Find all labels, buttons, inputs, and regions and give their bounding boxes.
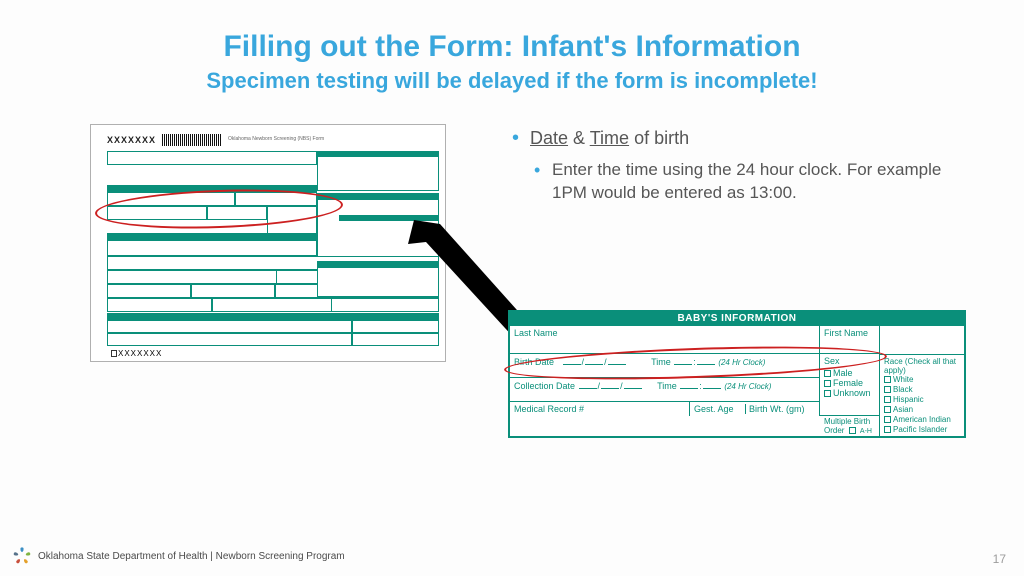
page-number: 17 bbox=[993, 552, 1006, 566]
field-gest-age: Gest. Age bbox=[694, 404, 746, 414]
form-detail-baby-info: BABY'S INFORMATION Last Name First Name … bbox=[508, 310, 966, 438]
slide-subtitle: Specimen testing will be delayed if the … bbox=[0, 68, 1024, 94]
form-thumbnail: XXXXXXX Oklahoma Newborn Screening (NBS)… bbox=[90, 124, 446, 362]
field-birth-wt: Birth Wt. (gm) bbox=[746, 404, 815, 414]
barcode-icon bbox=[162, 134, 222, 146]
slide-footer: Oklahoma State Department of Health | Ne… bbox=[12, 546, 345, 566]
field-race: Race (Check all that apply) White Black … bbox=[880, 354, 964, 416]
slide-title: Filling out the Form: Infant's Informati… bbox=[0, 0, 1024, 64]
bullet-list: Date & Time of birth Enter the time usin… bbox=[510, 128, 964, 205]
field-multiple-birth: Multiple Birth Order A-H bbox=[820, 416, 880, 438]
footer-text: Oklahoma State Department of Health | Ne… bbox=[38, 551, 345, 562]
field-medical-record: Medical Record # bbox=[510, 402, 690, 416]
osdh-logo-icon bbox=[12, 546, 32, 566]
thumb-bottom-code: XXXXXXX bbox=[111, 349, 162, 358]
bullet-24hr-note: Enter the time using the 24 hour clock. … bbox=[510, 159, 964, 205]
field-collection-date: Collection Date // Time : (24 Hr Clock) bbox=[510, 378, 820, 402]
thumb-form-title: Oklahoma Newborn Screening (NBS) Form bbox=[228, 137, 324, 143]
thumb-code: XXXXXXX bbox=[107, 135, 156, 145]
detail-header: BABY'S INFORMATION bbox=[510, 312, 964, 326]
bullet-date-time: Date & Time of birth bbox=[510, 128, 964, 149]
